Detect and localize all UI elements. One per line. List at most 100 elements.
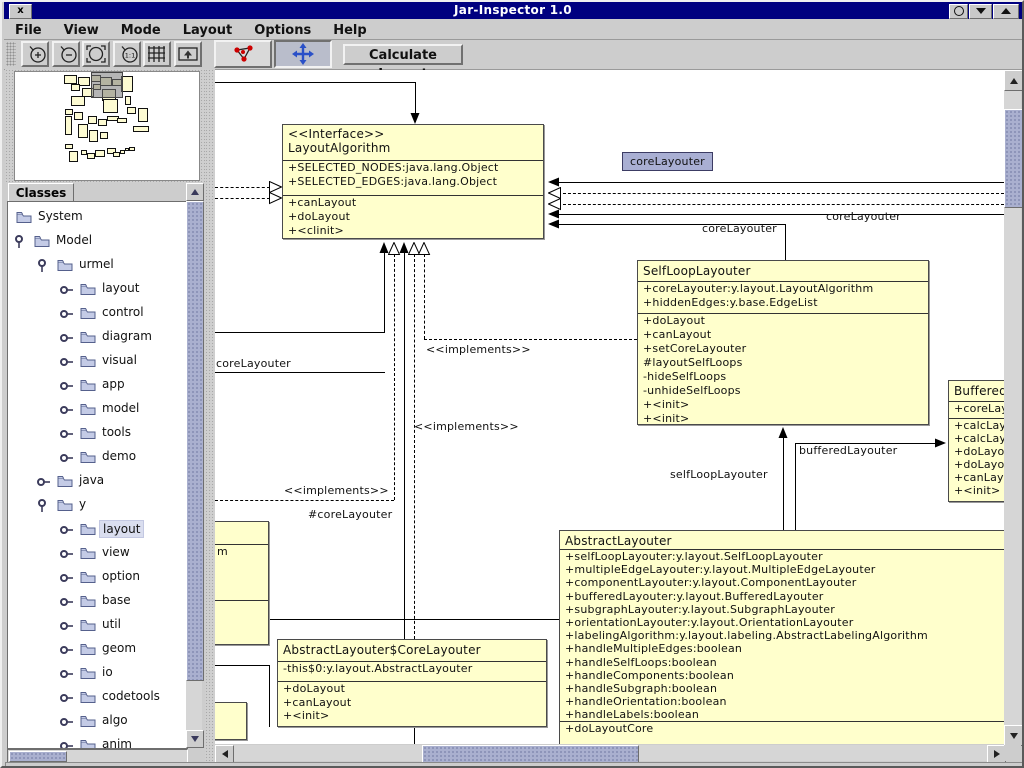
title-bar[interactable]: Jar-Inspector 1.0 x	[4, 2, 1022, 19]
edge-label[interactable]: selfLoopLayouter	[670, 468, 768, 481]
tree-handle-collapsed-icon[interactable]	[59, 379, 75, 393]
tree-handle-collapsed-icon[interactable]	[59, 283, 75, 297]
tree-item-io[interactable]: io	[8, 664, 187, 684]
tree-item-control[interactable]: control	[8, 304, 187, 324]
tree-item-option[interactable]: option	[8, 568, 187, 588]
edge-label[interactable]: <<implements>>	[426, 343, 531, 356]
tree-item-anim[interactable]: anim	[8, 736, 187, 749]
edge-line	[552, 214, 1004, 215]
tree-item-java[interactable]: java	[8, 472, 187, 492]
canvas-vscroll-down-button[interactable]	[1004, 725, 1023, 746]
tree-handle-collapsed-icon[interactable]	[59, 643, 75, 657]
tree-handle-collapsed-icon[interactable]	[59, 331, 75, 345]
tree-item-visual[interactable]: visual	[8, 352, 187, 372]
tree-item-codetools[interactable]: codetools	[8, 688, 187, 708]
tree-handle-collapsed-icon[interactable]	[59, 667, 75, 681]
zoom-actual-button[interactable]: 1:1	[113, 41, 141, 67]
tree-item-y[interactable]: y	[8, 496, 187, 516]
menu-file[interactable]: File	[4, 21, 53, 38]
tree-item-Model[interactable]: Model	[8, 232, 187, 252]
tree-handle-collapsed-icon[interactable]	[59, 595, 75, 609]
tree-item-demo[interactable]: demo	[8, 448, 187, 468]
tree-item-model[interactable]: model	[8, 400, 187, 420]
menu-layout[interactable]: Layout	[172, 21, 244, 38]
window-restore-button[interactable]	[993, 4, 1019, 19]
tree-handle-collapsed-icon[interactable]	[36, 475, 52, 489]
menu-options[interactable]: Options	[243, 21, 322, 38]
tree-item-tools[interactable]: tools	[8, 424, 187, 444]
panel-splitter[interactable]	[205, 69, 215, 767]
diagram-canvas[interactable]: <<Interface>>LayoutAlgorithm+SELECTED_NO…	[215, 70, 1004, 744]
tree-handle-expanded-icon[interactable]	[36, 258, 48, 274]
tree-hscroll-thumb[interactable]	[9, 751, 67, 762]
tree-handle-expanded-icon[interactable]	[36, 498, 48, 514]
overview-viewport[interactable]	[91, 72, 123, 98]
export-button[interactable]	[174, 41, 202, 67]
menu-help[interactable]: Help	[322, 21, 377, 38]
canvas-hscroll-left-button[interactable]	[215, 745, 234, 763]
edge-line	[424, 254, 425, 339]
window-shade-down-button[interactable]	[969, 4, 992, 19]
tree-item-algo[interactable]: algo	[8, 712, 187, 732]
tree-handle-collapsed-icon[interactable]	[59, 739, 75, 749]
tree-item-System[interactable]: System	[8, 208, 187, 228]
class-node-clipped[interactable]	[215, 702, 247, 740]
edge-label[interactable]: coreLayouter	[702, 222, 777, 235]
tree-item-label: app	[99, 376, 128, 392]
tree-item-util[interactable]: util	[8, 616, 187, 636]
tree-handle-expanded-icon[interactable]	[13, 234, 25, 250]
zoom-out-button[interactable]	[52, 41, 80, 67]
edge-label[interactable]: coreLayouter	[826, 210, 901, 223]
class-node-AbstractLayouter$CoreLayouter[interactable]: AbstractLayouter$CoreLayouter-this$0:y.l…	[277, 639, 547, 727]
tree-item-view[interactable]: view	[8, 544, 187, 564]
tree-item-layout[interactable]: layout	[8, 280, 187, 300]
graph-mode-toggle[interactable]	[214, 40, 272, 68]
class-node-LayoutAlgorithm[interactable]: <<Interface>>LayoutAlgorithm+SELECTED_NO…	[282, 124, 544, 239]
zoom-in-button[interactable]	[21, 41, 49, 67]
toolbar-grip[interactable]	[6, 42, 16, 66]
tree-item-layout[interactable]: layout	[8, 520, 187, 540]
tree-handle-collapsed-icon[interactable]	[59, 427, 75, 441]
canvas-hscroll-thumb[interactable]	[422, 745, 639, 763]
tree-handle-collapsed-icon[interactable]	[59, 355, 75, 369]
edge-label[interactable]: bufferedLayouter	[799, 444, 897, 457]
edge-label[interactable]: #coreLayouter	[308, 508, 392, 521]
tree-handle-collapsed-icon[interactable]	[59, 619, 75, 633]
tree-vscroll-thumb[interactable]	[186, 201, 204, 681]
selected-edge-label[interactable]: coreLayouter	[622, 152, 713, 171]
tree-handle-collapsed-icon[interactable]	[59, 523, 75, 537]
edge-label[interactable]: coreLayouter	[216, 357, 291, 370]
tree-handle-collapsed-icon[interactable]	[59, 571, 75, 585]
tree-item-app[interactable]: app	[8, 376, 187, 396]
tree-handle-collapsed-icon[interactable]	[59, 715, 75, 729]
tree-item-geom[interactable]: geom	[8, 640, 187, 660]
canvas-vscroll-thumb[interactable]	[1004, 109, 1023, 208]
folder-icon	[80, 571, 96, 583]
canvas-vscroll-up-button[interactable]	[1004, 70, 1023, 91]
tree-handle-collapsed-icon[interactable]	[59, 403, 75, 417]
class-node-AbstractLayouter[interactable]: AbstractLayouter+selfLoopLayouter:y.layo…	[559, 530, 1004, 744]
tree-handle-collapsed-icon[interactable]	[59, 307, 75, 321]
tree-vscroll-up-button[interactable]	[186, 183, 204, 201]
edge-label[interactable]: <<implements>>	[414, 420, 519, 433]
class-node-SelfLoopLayouter[interactable]: SelfLoopLayouter+coreLayouter:y.layout.L…	[637, 260, 929, 425]
menu-mode[interactable]: Mode	[110, 21, 172, 38]
grid-button[interactable]	[143, 41, 171, 67]
class-node-clipped[interactable]: m	[215, 521, 269, 645]
fit-content-button[interactable]	[82, 41, 110, 67]
class-node-Buffered[interactable]: Buffered+coreLay+calcLay+calcLay+doLayo+…	[948, 380, 1004, 502]
tree-item-diagram[interactable]: diagram	[8, 328, 187, 348]
tree-handle-collapsed-icon[interactable]	[59, 691, 75, 705]
tree-handle-collapsed-icon[interactable]	[59, 547, 75, 561]
tree-item-base[interactable]: base	[8, 592, 187, 612]
tree-item-urmel[interactable]: urmel	[8, 256, 187, 276]
calculate-layout-button[interactable]: Calculate Layout	[343, 44, 463, 65]
window-close-button[interactable]: x	[9, 4, 32, 19]
edge-label[interactable]: <<implements>>	[284, 484, 389, 497]
window-dot-button[interactable]	[949, 4, 968, 19]
tree-vscroll-down-button[interactable]	[186, 730, 204, 748]
menu-view[interactable]: View	[53, 21, 110, 38]
tree-handle-collapsed-icon[interactable]	[59, 451, 75, 465]
class-fields-section: m	[215, 544, 268, 601]
move-mode-toggle[interactable]	[274, 40, 332, 68]
